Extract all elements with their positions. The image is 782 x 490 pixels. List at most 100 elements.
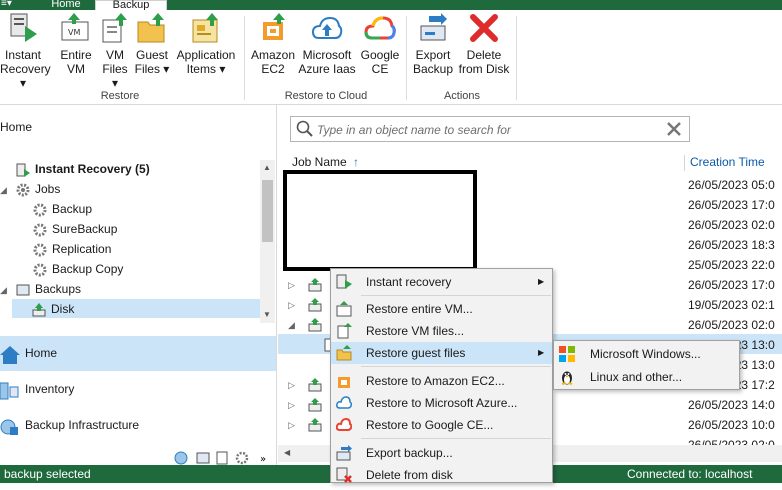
tree-item-label: Disk <box>51 302 75 316</box>
collapse-icon[interactable]: ◢ <box>0 180 16 200</box>
menu-item-label: Restore to Google CE... <box>366 418 494 432</box>
tree-item-replication[interactable]: Replication <box>33 239 111 259</box>
search-input[interactable]: Type in an object name to search for <box>290 116 690 142</box>
menu-item-microsoft-windows[interactable]: Microsoft Windows... <box>554 343 739 365</box>
menu-item-instant-recovery[interactable]: Instant recovery ▶ <box>331 271 552 293</box>
amazon-ec2-icon <box>336 373 352 389</box>
creation-time-cell: 26/05/2023 02:0 <box>688 318 775 332</box>
menu-item-restore-guest-files[interactable]: Restore guest files ▶ <box>331 342 552 364</box>
tree-item-label: SureBackup <box>52 222 118 236</box>
instant-recovery-button[interactable]: Instant Recovery ▾ <box>0 12 51 90</box>
creation-time-cell: 26/05/2023 02:0 <box>688 218 775 232</box>
tree-item-backups[interactable]: ◢ Backups <box>0 279 81 299</box>
ribbon-separator <box>244 16 245 100</box>
ribbon-separator <box>516 16 517 100</box>
instant-recovery-icon <box>16 163 30 177</box>
navigation-pane: Home Instant Recovery (5) ◢ Jobs Backup S… <box>0 105 277 465</box>
row-expander-icon[interactable]: ▷ <box>288 400 295 411</box>
button-label: EC2 <box>261 62 285 76</box>
nav-inventory[interactable]: Inventory <box>0 372 276 407</box>
menu-item-restore-to-google-ce[interactable]: Restore to Google CE... <box>331 414 552 436</box>
tree-item-backup[interactable]: Backup <box>33 199 92 219</box>
tree-item-instant-recovery[interactable]: Instant Recovery (5) <box>16 159 150 179</box>
tree-scrollbar[interactable]: ▲ ▼ <box>260 160 275 323</box>
svg-text:VM: VM <box>68 28 80 37</box>
tab-home[interactable]: Home <box>46 0 86 10</box>
clear-search-icon[interactable] <box>665 120 683 141</box>
vm-files-button[interactable]: VM Files ▾ <box>98 12 132 90</box>
column-header-job-name[interactable]: Job Name ↑ <box>292 155 359 169</box>
menu-item-restore-entire-vm[interactable]: Restore entire VM... <box>331 298 552 320</box>
menu-item-restore-vm-files[interactable]: Restore VM files... <box>331 320 552 342</box>
button-label: VM <box>106 48 124 62</box>
group-label-restore-to-cloud: Restore to Cloud <box>284 90 368 102</box>
submenu-arrow-icon: ▶ <box>538 348 545 357</box>
menu-separator <box>361 438 551 439</box>
menu-item-export-backup[interactable]: Export backup... <box>331 442 552 464</box>
row-expander-icon[interactable]: ◢ <box>288 320 295 331</box>
scroll-up-icon[interactable]: ▲ <box>263 163 271 172</box>
home-icon <box>0 344 20 364</box>
google-ce-button[interactable]: Google CE <box>358 12 402 76</box>
entire-vm-icon: VM <box>60 12 92 44</box>
row-expander-icon[interactable]: ▷ <box>288 280 295 291</box>
tree-item-jobs[interactable]: ◢ Jobs <box>0 179 60 199</box>
menu-item-restore-to-amazon-ec2[interactable]: Restore to Amazon EC2... <box>331 370 552 392</box>
app-menu-button[interactable]: ≡▾ <box>0 0 14 10</box>
application-items-button[interactable]: Application Items ▾ <box>172 12 240 76</box>
row-expander-icon[interactable]: ▷ <box>288 380 295 391</box>
menu-item-label: Microsoft Windows... <box>590 347 701 361</box>
scroll-down-icon[interactable]: ▼ <box>263 310 271 319</box>
tree-item-label: Replication <box>52 242 112 256</box>
linux-penguin-icon <box>559 369 575 385</box>
menu-item-label: Instant recovery <box>366 275 452 289</box>
button-label: Google <box>360 48 400 62</box>
backups-icon <box>16 283 30 297</box>
amazon-ec2-button[interactable]: Amazon EC2 <box>248 12 298 76</box>
gear-icon <box>16 183 30 197</box>
restore-guest-files-submenu: Microsoft Windows... Linux and other... <box>553 340 740 390</box>
microsoft-azure-button[interactable]: Microsoft Azure Iaas <box>298 12 356 76</box>
backup-job-icon <box>308 418 322 432</box>
delete-x-icon <box>468 12 500 44</box>
status-selection-text: backup selected <box>4 467 91 481</box>
backup-job-icon <box>308 318 322 332</box>
export-backup-button[interactable]: Export Backup <box>410 12 456 76</box>
scrollbar-thumb[interactable] <box>262 180 273 242</box>
svg-text:»: » <box>260 454 266 465</box>
windows-logo-icon <box>559 346 575 362</box>
button-label: Azure Iaas <box>298 62 356 76</box>
nav-label: Home <box>25 346 58 360</box>
tree-item-label: Instant Recovery (5) <box>35 162 150 176</box>
tree-item-disk[interactable]: Disk <box>12 299 260 318</box>
delete-from-disk-button[interactable]: Delete from Disk <box>456 12 512 76</box>
row-expander-icon[interactable]: ▷ <box>288 300 295 311</box>
guest-files-button[interactable]: Guest Files ▾ <box>132 12 172 76</box>
tree-item-backup-copy[interactable]: Backup Copy <box>33 259 123 279</box>
row-expander-icon[interactable]: ▷ <box>288 420 295 431</box>
menu-item-linux-and-other[interactable]: Linux and other... <box>554 366 739 388</box>
tab-backup[interactable]: Backup <box>95 0 167 11</box>
collapse-icon[interactable]: ◢ <box>0 280 16 300</box>
nav-home[interactable]: Home <box>0 336 276 371</box>
scroll-left-icon[interactable]: ◀ <box>284 448 290 457</box>
creation-time-cell: 26/05/2023 05:0 <box>688 178 775 192</box>
azure-cloud-icon <box>311 12 343 44</box>
nav-overflow-icons: » <box>170 451 274 465</box>
button-label: Backup <box>412 62 454 76</box>
backup-copy-icon <box>33 263 47 277</box>
application-items-icon <box>190 12 222 44</box>
creation-time-cell: 26/05/2023 10:0 <box>688 418 775 432</box>
guest-files-icon <box>136 12 168 44</box>
tree-item-surebackup[interactable]: SureBackup <box>33 219 117 239</box>
entire-vm-icon <box>336 301 352 317</box>
group-label-actions: Actions <box>443 90 481 102</box>
menu-item-restore-to-microsoft-azure[interactable]: Restore to Microsoft Azure... <box>331 392 552 414</box>
button-label: Items ▾ <box>186 62 226 76</box>
amazon-ec2-icon <box>257 12 289 44</box>
export-backup-icon <box>336 445 352 461</box>
nav-backup-infrastructure[interactable]: Backup Infrastructure <box>0 408 276 443</box>
column-header-creation-time[interactable]: Creation Time <box>684 155 765 171</box>
creation-time-cell: 26/05/2023 17:0 <box>688 198 775 212</box>
entire-vm-button[interactable]: VM Entire VM <box>56 12 96 76</box>
